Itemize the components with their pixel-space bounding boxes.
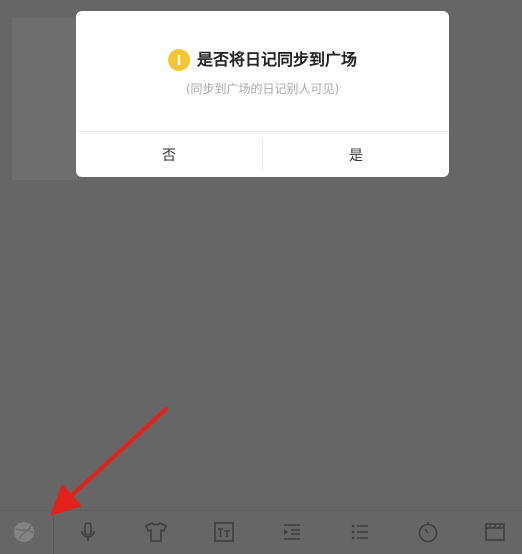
- film-icon: [485, 523, 505, 541]
- text-size-icon: [214, 522, 234, 542]
- microphone-button[interactable]: [73, 517, 103, 547]
- indent-button[interactable]: [277, 517, 307, 547]
- info-icon: i: [167, 49, 190, 71]
- ball-button[interactable]: [9, 517, 39, 547]
- tshirt-button[interactable]: [141, 517, 171, 547]
- svg-text:i: i: [177, 54, 181, 69]
- ball-icon: [14, 522, 34, 542]
- indent-icon: [284, 524, 300, 540]
- microphone-icon: [81, 522, 95, 541]
- editor-toolbar: [0, 510, 522, 554]
- no-button[interactable]: 否: [76, 132, 262, 177]
- text-size-button[interactable]: [209, 517, 239, 547]
- toolbar-separator: [53, 511, 54, 554]
- list-button[interactable]: [345, 517, 375, 547]
- sync-dialog: i 是否将日记同步到广场 (同步到广场的日记别人可见) 否 是: [76, 11, 449, 177]
- list-icon: [351, 524, 368, 540]
- dialog-header: i 是否将日记同步到广场: [76, 49, 449, 71]
- timer-icon: [418, 522, 438, 543]
- dialog-title: 是否将日记同步到广场: [196, 50, 357, 69]
- tshirt-icon: [145, 522, 167, 542]
- dialog-subtitle: (同步到广场的日记别人可见): [185, 82, 340, 96]
- film-button[interactable]: [480, 517, 510, 547]
- timer-button[interactable]: [413, 517, 443, 547]
- yes-button[interactable]: 是: [263, 132, 449, 177]
- background-card: [12, 18, 78, 180]
